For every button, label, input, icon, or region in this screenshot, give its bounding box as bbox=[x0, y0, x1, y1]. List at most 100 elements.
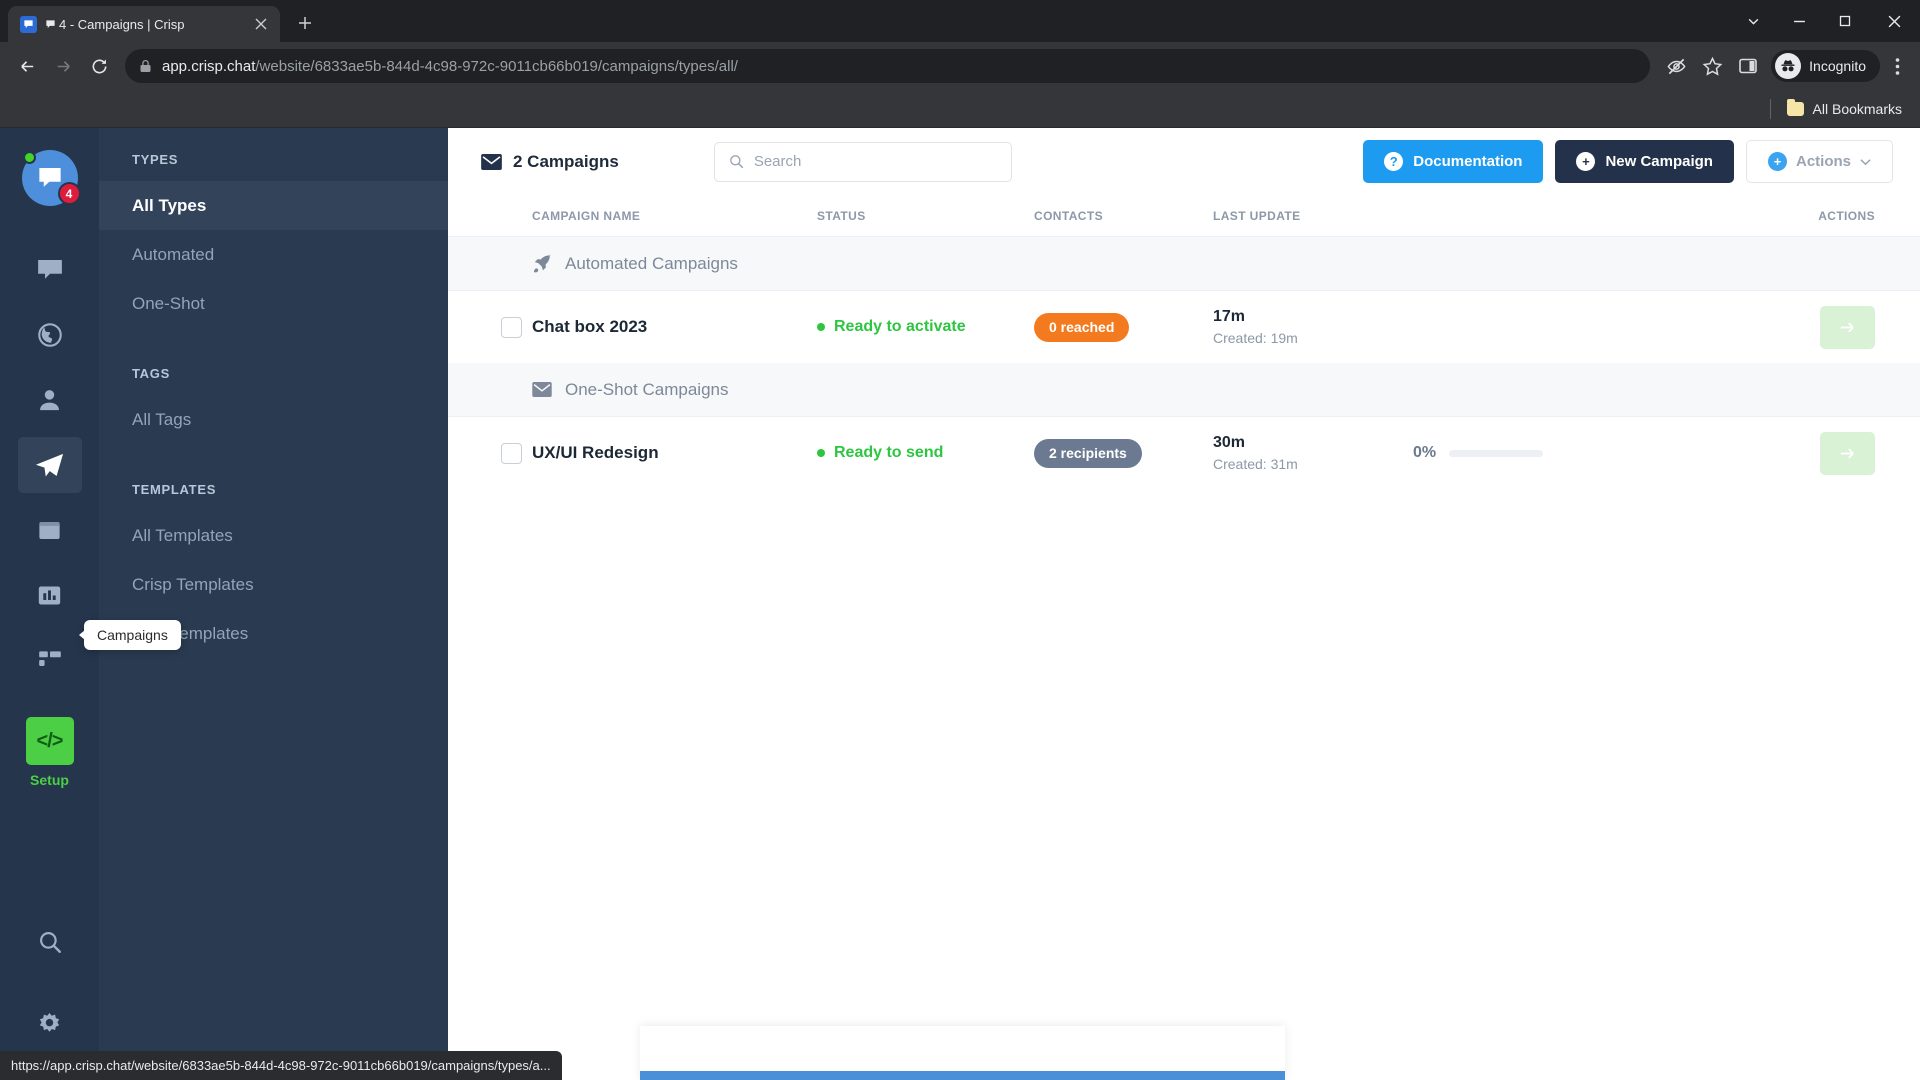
open-campaign-button[interactable] bbox=[1820, 431, 1875, 475]
code-brackets-icon: </> bbox=[25, 717, 74, 765]
subnav-item-all-types[interactable]: All Types bbox=[99, 181, 448, 230]
setup-label: Setup bbox=[30, 772, 69, 788]
progress-percent: 0% bbox=[1413, 444, 1437, 461]
close-icon[interactable] bbox=[252, 15, 270, 33]
lock-icon bbox=[139, 59, 152, 73]
status-text: Ready to send bbox=[834, 444, 944, 461]
row-checkbox[interactable] bbox=[501, 442, 522, 464]
grid-icon bbox=[37, 647, 63, 673]
sidebar-item-plugins[interactable] bbox=[18, 632, 82, 688]
person-icon bbox=[36, 387, 63, 414]
subnav-header-tags: TAGS bbox=[132, 366, 170, 381]
browser-window: 4 - Campaigns | Crisp app.crisp.chat/web… bbox=[0, 0, 1920, 1080]
star-icon[interactable] bbox=[1695, 49, 1729, 83]
sidebar-item-analytics[interactable] bbox=[18, 567, 82, 623]
status-url-text: https://app.crisp.chat/website/6833ae5b-… bbox=[11, 1058, 551, 1073]
header-actions: ? Documentation + New Campaign + Actions bbox=[1363, 140, 1893, 183]
row-checkbox[interactable] bbox=[501, 316, 522, 338]
group-label: Automated Campaigns bbox=[565, 253, 738, 273]
contacts-pill: 2 recipients bbox=[1034, 438, 1142, 468]
status-badge: Ready to activate bbox=[817, 318, 1034, 336]
url-text: app.crisp.chat/website/6833ae5b-844d-4c9… bbox=[162, 58, 738, 75]
reload-icon[interactable] bbox=[82, 49, 116, 83]
actions-button[interactable]: + Actions bbox=[1745, 140, 1893, 183]
status-text: Ready to activate bbox=[834, 318, 966, 335]
search-button[interactable] bbox=[18, 914, 82, 970]
campaign-name[interactable]: Chat box 2023 bbox=[532, 317, 817, 337]
sidebar-item-visitors[interactable] bbox=[18, 307, 82, 363]
search-input[interactable] bbox=[753, 153, 997, 170]
address-bar[interactable]: app.crisp.chat/website/6833ae5b-844d-4c9… bbox=[125, 49, 1651, 83]
tab-strip: 4 - Campaigns | Crisp bbox=[0, 0, 1920, 42]
search-box[interactable] bbox=[713, 141, 1012, 182]
maximize-icon[interactable] bbox=[1822, 0, 1868, 42]
tab-title: 4 - Campaigns | Crisp bbox=[45, 17, 244, 32]
url-path: /website/6833ae5b-844d-4c98-972c-9011cb6… bbox=[255, 57, 738, 75]
subnav-item-all-tags[interactable]: All Tags bbox=[99, 395, 448, 444]
minimize-icon[interactable] bbox=[1776, 0, 1822, 42]
subnav-item-all-templates[interactable]: All Templates bbox=[99, 511, 448, 560]
question-mark-icon: ? bbox=[1384, 152, 1404, 171]
documentation-button[interactable]: ? Documentation bbox=[1363, 140, 1544, 183]
subnav-item-one-shot[interactable]: One-Shot bbox=[99, 279, 448, 328]
subnav-header-types: TYPES bbox=[132, 152, 179, 167]
sidebar-item-inbox[interactable] bbox=[18, 242, 82, 298]
subnav-header-templates: TEMPLATES bbox=[132, 482, 217, 497]
window-close-icon[interactable] bbox=[1868, 0, 1920, 42]
page-title: 2 Campaigns bbox=[481, 152, 619, 172]
column-contacts: CONTACTS bbox=[1034, 208, 1103, 223]
divider bbox=[1769, 98, 1771, 119]
eye-crossed-icon[interactable] bbox=[1659, 49, 1693, 83]
forward-arrow-icon[interactable] bbox=[46, 49, 80, 83]
sidebar-item-helpdesk[interactable] bbox=[18, 502, 82, 558]
avatar[interactable]: 4 bbox=[21, 150, 81, 206]
content-header: 2 Campaigns ? Documentation bbox=[448, 128, 1920, 195]
table-row[interactable]: UX/UI Redesign Ready to send 2 recipient… bbox=[448, 417, 1920, 489]
page-title-text: 2 Campaigns bbox=[513, 151, 619, 171]
last-update-value: 30m bbox=[1213, 434, 1246, 451]
plus-icon: + bbox=[1576, 152, 1596, 171]
back-arrow-icon[interactable] bbox=[10, 49, 44, 83]
status-badge: Ready to send bbox=[817, 444, 1034, 462]
open-campaign-button[interactable] bbox=[1820, 305, 1875, 349]
rocket-icon bbox=[532, 253, 552, 274]
folder-icon bbox=[1786, 98, 1804, 116]
table-row[interactable]: Chat box 2023 Ready to activate 0 reache… bbox=[448, 291, 1920, 363]
sidebar-item-campaigns[interactable] bbox=[17, 437, 82, 493]
profile-button[interactable]: Incognito bbox=[1771, 50, 1880, 82]
column-actions: ACTIONS bbox=[1818, 208, 1875, 223]
main-content: 2 Campaigns ? Documentation bbox=[448, 128, 1920, 1080]
table-header: CAMPAIGN NAME STATUS CONTACTS LAST UPDAT… bbox=[448, 195, 1920, 237]
bookmarks-bar: All Bookmarks bbox=[0, 90, 1920, 128]
actions-label: Actions bbox=[1795, 153, 1851, 170]
sidebar-item-contacts[interactable] bbox=[18, 372, 82, 428]
campaign-name[interactable]: UX/UI Redesign bbox=[532, 443, 817, 463]
all-bookmarks-button[interactable]: All Bookmarks bbox=[1786, 98, 1902, 117]
created-value: Created: 19m bbox=[1213, 330, 1298, 346]
settings-button[interactable] bbox=[18, 996, 82, 1052]
new-campaign-button[interactable]: + New Campaign bbox=[1555, 140, 1734, 183]
last-update-value: 17m bbox=[1213, 308, 1246, 325]
setup-button[interactable]: </> Setup bbox=[25, 717, 74, 788]
globe-icon bbox=[36, 321, 64, 349]
incognito-icon bbox=[1775, 53, 1802, 79]
online-status-dot bbox=[22, 151, 36, 164]
all-bookmarks-label: All Bookmarks bbox=[1812, 100, 1902, 117]
documentation-label: Documentation bbox=[1413, 153, 1523, 170]
new-tab-button[interactable] bbox=[288, 6, 322, 40]
chevron-down-icon[interactable] bbox=[1730, 0, 1776, 42]
subnav-item-crisp-templates[interactable]: Crisp Templates bbox=[99, 560, 448, 609]
campaigns-tooltip: Campaigns bbox=[79, 620, 181, 650]
row-select-cell bbox=[448, 316, 532, 338]
search-icon bbox=[729, 154, 744, 169]
column-last-update: LAST UPDATE bbox=[1213, 208, 1301, 223]
chatbox-preview-popup[interactable] bbox=[640, 1026, 1285, 1080]
subnav-item-automated[interactable]: Automated bbox=[99, 230, 448, 279]
browser-tab[interactable]: 4 - Campaigns | Crisp bbox=[8, 6, 280, 42]
side-panel-icon[interactable] bbox=[1731, 49, 1765, 83]
column-campaign-name: CAMPAIGN NAME bbox=[532, 208, 641, 223]
browser-toolbar: app.crisp.chat/website/6833ae5b-844d-4c9… bbox=[0, 42, 1920, 90]
link-status-bar: https://app.crisp.chat/website/6833ae5b-… bbox=[0, 1051, 562, 1080]
book-icon bbox=[36, 517, 63, 544]
kebab-menu-icon[interactable] bbox=[1882, 49, 1912, 83]
